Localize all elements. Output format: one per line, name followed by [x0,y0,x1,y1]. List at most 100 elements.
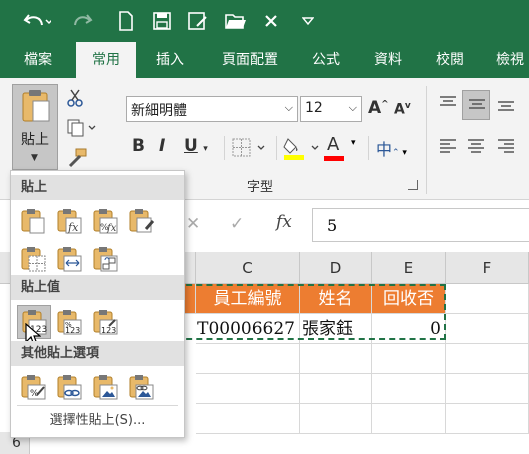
separator [426,86,427,194]
cell[interactable] [300,344,372,374]
underline-button[interactable]: U ▾ [184,136,208,156]
save-icon[interactable] [151,7,173,35]
align-left-icon[interactable] [438,136,462,160]
shrink-font-glyph: A [394,101,405,118]
italic-button[interactable]: I [159,136,165,156]
font-color-button[interactable]: A ▾ [324,134,364,162]
cell[interactable] [372,404,446,434]
undo-icon[interactable] [20,7,54,35]
tab-file[interactable]: 檔案 [10,42,66,78]
no-borders-icon[interactable] [19,245,47,273]
format-painter-icon[interactable] [66,148,88,168]
font-group-label: 字型 [247,180,274,195]
picture-icon[interactable] [91,373,119,401]
cell[interactable] [446,314,529,344]
cancel-entry-icon[interactable]: ✕ [186,214,200,234]
column-header-d[interactable]: D [300,252,372,284]
phonetic-button[interactable]: 中⌃ ▾ [376,136,416,160]
paste-label: 貼上 [21,132,49,148]
shrink-font-button[interactable]: Av [394,101,411,118]
font-name-value: 新細明體 [131,103,187,119]
transpose-icon[interactable] [91,245,119,273]
align-middle-icon[interactable] [462,90,490,120]
align-top-icon[interactable] [438,94,462,118]
align-center-icon[interactable] [466,136,490,160]
cut-icon[interactable] [66,88,86,108]
title-bar [0,0,529,42]
tab-insert[interactable]: 插入 [144,42,196,78]
keep-source-formatting-icon[interactable] [127,207,155,235]
paste-link-icon[interactable] [55,373,83,401]
menu-section-paste: 貼上 [11,175,184,200]
cell[interactable] [446,374,529,404]
redo-icon[interactable] [68,7,102,35]
values-number-format-icon[interactable]: %123 [55,308,83,336]
tab-data[interactable]: 資料 [362,42,414,78]
fill-color-button[interactable] [282,135,322,161]
formula-value: 5 [327,216,338,235]
menu-divider [17,405,178,406]
formatting-icon[interactable]: % [19,373,47,401]
ribbon-tab-bar: 檔案 常用 插入 頁面配置 公式 資料 校閱 檢視 [0,42,529,78]
phonetic-glyph: 中 [376,140,393,159]
cell[interactable] [196,374,300,404]
cell[interactable] [372,344,446,374]
font-size-select[interactable]: 12 ⌵ [300,96,362,122]
chevron-down-icon: ⌵ [284,101,293,114]
dialog-launcher-icon[interactable] [408,180,418,190]
tab-review[interactable]: 校閱 [424,42,476,78]
paste-button[interactable]: 貼上 ▼ [12,84,58,170]
paste-options-menu: 貼上 fx % fx 貼上值 123 % 123 123 其他貼上選項 % 選擇性貼… [10,170,185,438]
font-name-select[interactable]: 新細明體 ⌵ [126,96,298,122]
bold-button[interactable]: B [132,136,145,156]
customize-qat-icon[interactable] [298,7,318,35]
copy-icon[interactable] [66,118,96,138]
formula-input[interactable]: 5 [312,208,529,242]
new-file-icon[interactable] [115,7,137,35]
insert-function-button[interactable]: fx [276,212,292,232]
cell[interactable] [300,374,372,404]
copy-selection-border [176,284,446,340]
align-bottom-icon[interactable] [496,94,520,118]
values-source-formatting-icon[interactable]: 123 [91,308,119,336]
grow-font-button[interactable]: A^ [368,98,389,118]
keep-column-widths-icon[interactable] [55,245,83,273]
save-as-icon[interactable] [186,7,210,35]
borders-button[interactable] [232,138,270,158]
chevron-down-icon: ⌵ [348,101,357,114]
tab-formulas[interactable]: 公式 [300,42,352,78]
separator [276,136,277,160]
svg-text:123: 123 [65,326,80,335]
paste-formulas-number-format-icon[interactable]: %fx [91,207,119,235]
menu-section-paste-values: 貼上值 [11,275,184,300]
column-header-e[interactable]: E [372,252,446,284]
tab-home[interactable]: 常用 [76,42,136,78]
align-right-icon[interactable] [496,136,520,160]
column-header-c[interactable]: C [196,252,300,284]
linked-picture-icon[interactable] [127,373,155,401]
close-x-icon[interactable] [260,7,282,35]
chevron-down-icon: ▼ [31,153,38,163]
cell[interactable] [446,344,529,374]
cell[interactable] [300,404,372,434]
menu-section-other-paste: 其他貼上選項 [11,341,184,366]
cell[interactable] [196,404,300,434]
underline-glyph: U [184,136,198,156]
confirm-entry-icon[interactable]: ✓ [230,214,244,234]
paste-special-link[interactable]: 選擇性貼上(S)... [11,409,184,428]
paste-formulas-icon[interactable]: fx [55,207,83,235]
cell[interactable] [446,404,529,434]
open-folder-icon[interactable] [223,7,249,35]
cell[interactable] [196,344,300,374]
tab-view[interactable]: 檢視 [488,42,529,78]
tab-page-layout[interactable]: 頁面配置 [210,42,290,78]
grow-font-glyph: A [368,98,382,118]
svg-text:fx: fx [106,223,117,234]
cell[interactable] [372,374,446,404]
paste-icon[interactable] [19,207,47,235]
svg-text:123: 123 [101,326,116,335]
separator [224,136,225,160]
column-header-f[interactable]: F [446,252,529,284]
cell[interactable] [446,284,529,314]
clipboard-icon [22,90,50,122]
